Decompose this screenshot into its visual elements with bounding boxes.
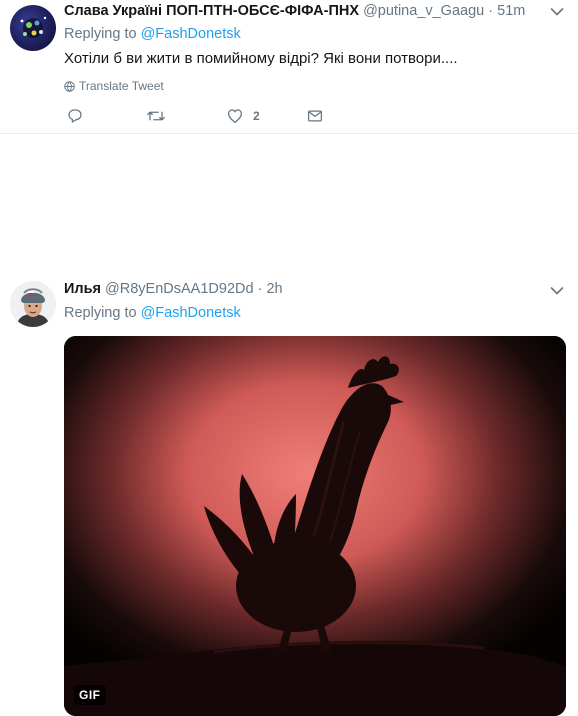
chevron-down-icon[interactable]: [550, 286, 564, 296]
translate-tweet-link[interactable]: Translate Tweet: [64, 79, 164, 93]
chevron-down-icon[interactable]: [550, 7, 564, 17]
mention-link[interactable]: @FashDonetsk: [141, 305, 241, 321]
avatar[interactable]: [10, 281, 56, 327]
replying-to-label: Replying to: [64, 26, 141, 42]
avatar[interactable]: [10, 5, 56, 51]
avatar-image: [20, 16, 47, 38]
rooster-gif-image: [64, 336, 566, 716]
tweet-2[interactable]: Илья @R8yEnDsAA1D92Dd · 2h Replying to @…: [0, 134, 578, 716]
tweet-header: Илья @R8yEnDsAA1D92Dd · 2h: [64, 281, 283, 297]
gif-media[interactable]: GIF: [64, 336, 566, 716]
avatar-image: [10, 281, 56, 327]
message-icon: [307, 110, 323, 122]
reply-icon: [68, 109, 82, 123]
tweet-1[interactable]: Слава Україні ПОП-ПТН-ОБСЄ-ФІФА-ПНХ @put…: [0, 0, 578, 134]
replying-to-label: Replying to: [64, 305, 141, 321]
like-count: 2: [253, 109, 260, 123]
username[interactable]: @putina_v_Gaagu: [363, 3, 484, 19]
replying-to: Replying to @FashDonetsk: [64, 305, 241, 321]
translate-label: Translate Tweet: [79, 79, 164, 93]
timestamp[interactable]: 2h: [266, 281, 282, 297]
reply-button[interactable]: [66, 107, 84, 125]
separator-dot: ·: [257, 281, 263, 297]
replying-to: Replying to @FashDonetsk: [64, 26, 241, 42]
username[interactable]: @R8yEnDsAA1D92Dd: [105, 281, 254, 297]
message-button[interactable]: [306, 107, 324, 125]
like-icon: [227, 109, 243, 124]
mention-link[interactable]: @FashDonetsk: [141, 26, 241, 42]
retweet-icon: [147, 111, 165, 121]
display-name[interactable]: Илья: [64, 281, 101, 297]
like-button[interactable]: 2: [226, 107, 260, 125]
gif-badge: GIF: [74, 685, 106, 705]
tweet-actions: 2: [64, 107, 364, 127]
timestamp[interactable]: 51m: [497, 3, 525, 19]
tweet-text: Хотіли б ви жити в помийному відрі? Які …: [64, 50, 458, 67]
separator-dot: ·: [488, 3, 494, 19]
display-name[interactable]: Слава Україні ПОП-ПТН-ОБСЄ-ФІФА-ПНХ: [64, 3, 359, 19]
tweet-header: Слава Україні ПОП-ПТН-ОБСЄ-ФІФА-ПНХ @put…: [64, 3, 525, 19]
retweet-button[interactable]: [146, 107, 166, 125]
globe-icon: [64, 80, 75, 92]
